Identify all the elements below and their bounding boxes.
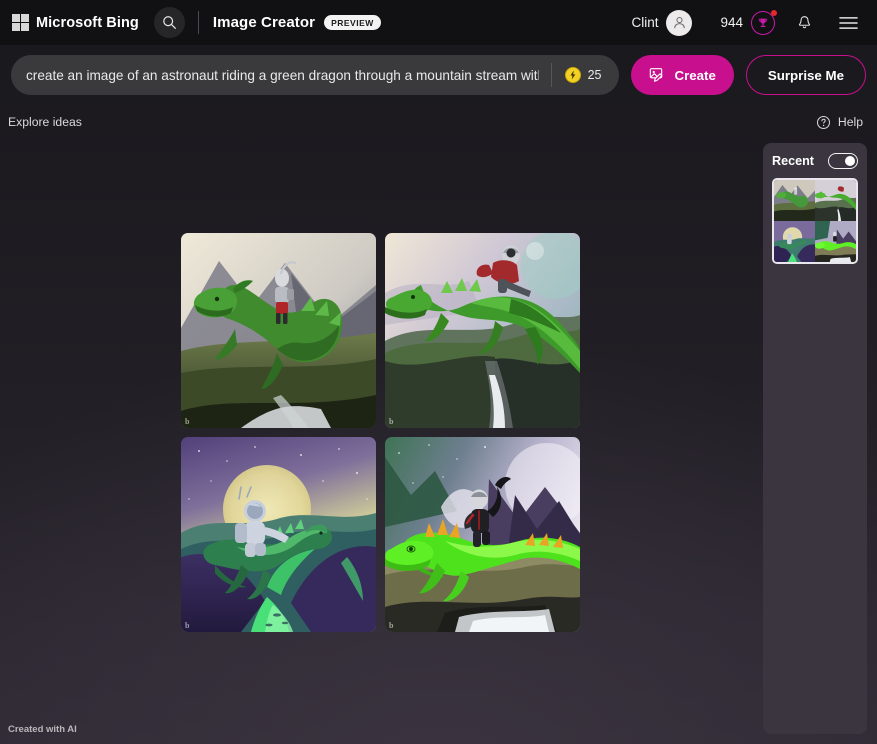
user-account-button[interactable]: Clint — [625, 10, 698, 36]
result-2-art — [385, 233, 580, 428]
brand-label: Microsoft Bing — [36, 15, 139, 31]
header-right-cluster: Clint 944 — [625, 8, 863, 38]
preview-badge: PREVIEW — [324, 15, 381, 30]
user-name-label: Clint — [631, 15, 658, 30]
recent-thumb-cell-3 — [774, 221, 815, 262]
bing-watermark: b — [185, 621, 189, 630]
surprise-me-label: Surprise Me — [768, 68, 844, 83]
recent-toggle[interactable] — [828, 153, 858, 169]
recent-thumb-art-1 — [774, 180, 815, 221]
rewards-button[interactable]: 944 — [720, 11, 775, 35]
header-divider — [198, 11, 199, 34]
result-image-3[interactable]: b — [181, 437, 376, 632]
recent-thumb-cell-2 — [815, 180, 856, 221]
rewards-count: 944 — [720, 15, 743, 30]
results-grid: b — [181, 233, 580, 632]
prompt-input-shell[interactable]: 25 — [11, 55, 619, 95]
toggle-knob — [845, 156, 855, 166]
bell-icon — [797, 15, 812, 31]
recent-thumb-cell-1 — [774, 180, 815, 221]
create-button[interactable]: Create — [631, 55, 733, 95]
boost-coin-icon — [565, 67, 581, 83]
hamburger-menu-icon — [839, 16, 858, 30]
result-image-1[interactable]: b — [181, 233, 376, 428]
recent-thumb-art-3 — [774, 221, 815, 262]
result-1-art — [181, 233, 376, 428]
main-content: b — [0, 137, 877, 711]
prompt-bar: 25 Create Surprise Me — [0, 45, 877, 107]
rewards-trophy-wrap — [751, 11, 775, 35]
microsoft-logo-icon — [12, 14, 29, 31]
recent-thumb-cell-4 — [815, 221, 856, 262]
help-button[interactable]: Help — [816, 115, 863, 130]
menu-button[interactable] — [833, 8, 863, 38]
bing-watermark: b — [185, 417, 189, 426]
recent-header: Recent — [772, 153, 858, 169]
prompt-input[interactable] — [11, 55, 551, 95]
lightning-bolt-icon — [569, 70, 577, 80]
sub-header: Explore ideas Help — [0, 107, 877, 137]
result-3-art — [181, 437, 376, 632]
recent-thumb-art-4 — [815, 221, 856, 262]
avatar — [666, 10, 692, 36]
question-circle-icon — [816, 115, 831, 130]
recent-thumbnail[interactable] — [772, 178, 858, 264]
boost-count: 25 — [588, 68, 602, 82]
recent-panel: Recent — [763, 143, 867, 734]
bing-watermark: b — [389, 417, 393, 426]
surprise-me-button[interactable]: Surprise Me — [746, 55, 866, 95]
search-button[interactable] — [154, 7, 185, 38]
explore-ideas-link[interactable]: Explore ideas — [8, 115, 82, 129]
trophy-icon — [757, 17, 769, 29]
microsoft-bing-brand[interactable]: Microsoft Bing — [6, 14, 145, 31]
create-button-label: Create — [674, 68, 715, 83]
result-image-4[interactable]: b — [385, 437, 580, 632]
rewards-notification-dot — [771, 10, 777, 16]
help-label: Help — [838, 115, 863, 129]
created-with-ai-note: Created with AI — [8, 724, 77, 735]
person-icon — [672, 15, 687, 30]
search-icon — [162, 15, 177, 30]
result-4-art — [385, 437, 580, 632]
recent-title: Recent — [772, 154, 814, 168]
notifications-button[interactable] — [789, 8, 819, 38]
boost-indicator[interactable]: 25 — [552, 67, 620, 83]
top-header: Microsoft Bing Image Creator PREVIEW Cli… — [0, 0, 877, 45]
result-image-2[interactable]: b — [385, 233, 580, 428]
bing-watermark: b — [389, 621, 393, 630]
image-edit-icon — [649, 67, 666, 84]
app-title: Image Creator — [213, 14, 315, 31]
recent-thumb-art-2 — [815, 180, 856, 221]
